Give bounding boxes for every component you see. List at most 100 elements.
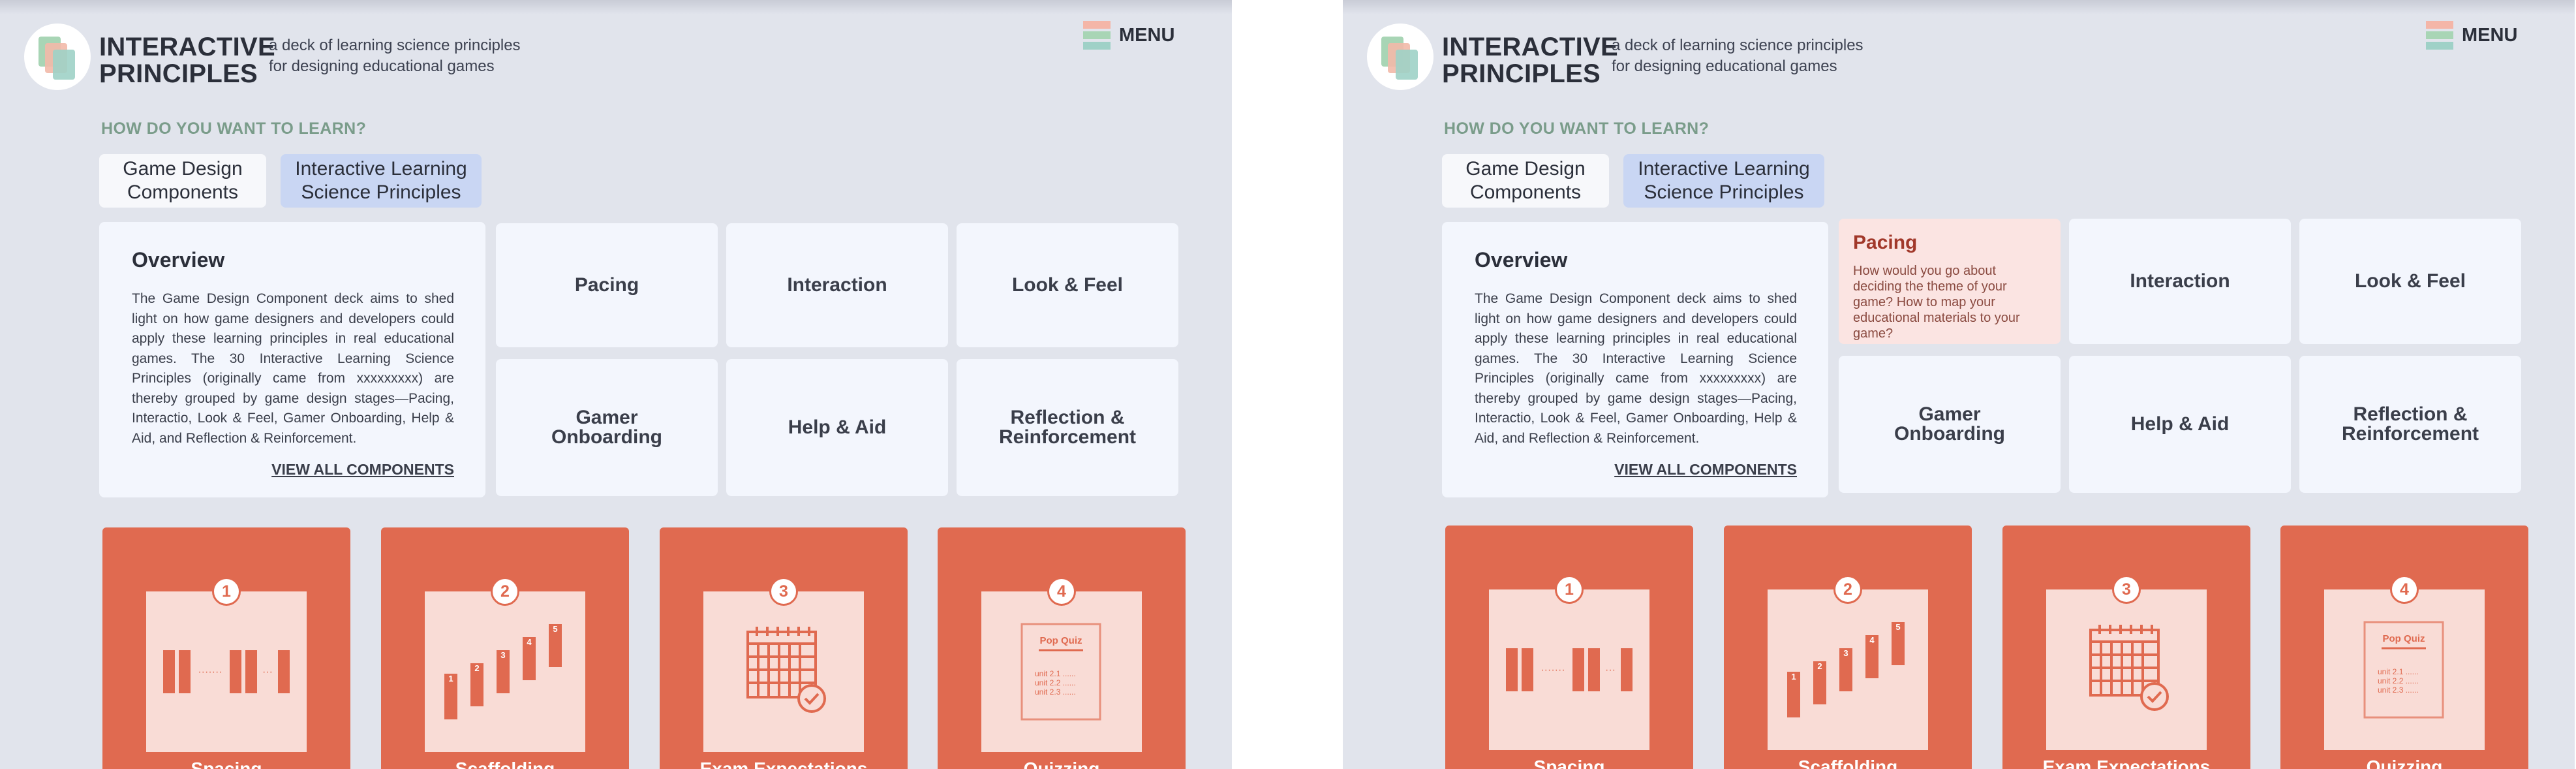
- card-label: Scaffolding: [1798, 757, 1898, 769]
- learn-prompt: HOW DO YOU WANT TO LEARN?: [1444, 119, 1710, 138]
- card-label: Spacing: [1533, 757, 1605, 769]
- card-label: Quizzing: [2366, 757, 2443, 769]
- category-gamer-onboarding[interactable]: Gamer Onboarding: [1839, 356, 2061, 493]
- strategy-card-exam-expectations[interactable]: 3 Exam Expectations: [2002, 526, 2250, 769]
- category-look-and-feel[interactable]: Look & Feel: [2299, 219, 2521, 344]
- tab-interactive-learning-principles[interactable]: Interactive Learning Science Principles: [1623, 154, 1824, 208]
- learn-prompt: HOW DO YOU WANT TO LEARN?: [101, 119, 367, 138]
- spacing-illustration: ······· ···: [146, 591, 307, 752]
- view-all-components-link[interactable]: VIEW ALL COMPONENTS: [271, 461, 454, 479]
- quiz-illustration: Pop Quiz unit 2.1 ...... unit 2.2 ......…: [981, 591, 1142, 752]
- overview-card: Overview The Game Design Component deck …: [1442, 222, 1828, 497]
- overview-title: Overview: [1475, 248, 1568, 272]
- spacing-block: [230, 650, 241, 693]
- logo[interactable]: [24, 24, 91, 90]
- pacing-hover-description: How would you go about deciding the them…: [1853, 264, 2020, 341]
- logo[interactable]: [1367, 24, 1434, 90]
- step-number: 1: [448, 674, 453, 683]
- category-look-and-feel[interactable]: Look & Feel: [957, 223, 1178, 347]
- quiz-line: unit 2.1 ......: [1035, 669, 1076, 678]
- brand-title: INTERACTIVE PRINCIPLES: [99, 33, 275, 88]
- card-number-badge: 4: [1047, 577, 1076, 606]
- card-number-badge: 1: [1555, 575, 1584, 604]
- card-label: Quizzing: [1023, 759, 1100, 769]
- tagline: a deck of learning science principles for…: [269, 37, 521, 75]
- spacing-block: [245, 650, 257, 693]
- calendar-illustration: [703, 591, 864, 752]
- spacing-block: [179, 650, 191, 693]
- card-label: Scaffolding: [455, 759, 555, 769]
- quiz-title: Pop Quiz: [2383, 633, 2425, 644]
- quiz-line: unit 2.2 ......: [2378, 676, 2419, 685]
- strategy-card-scaffolding[interactable]: 1 2 3 4 5 2 Scaffolding: [381, 527, 629, 769]
- category-help-and-aid[interactable]: Help & Aid: [2069, 356, 2291, 493]
- overview-card: Overview The Game Design Component deck …: [99, 222, 485, 497]
- strategy-card-exam-expectations[interactable]: 3 Exam Expectations: [660, 527, 908, 769]
- category-help-and-aid[interactable]: Help & Aid: [726, 359, 948, 496]
- strategy-card-quizzing[interactable]: Pop Quiz unit 2.1 ...... unit 2.2 ......…: [2280, 526, 2528, 769]
- card-number-badge: 1: [212, 577, 241, 606]
- strategy-card-quizzing[interactable]: Pop Quiz unit 2.1 ...... unit 2.2 ......…: [938, 527, 1186, 769]
- card-number-badge: 3: [2112, 575, 2141, 604]
- quiz-line: unit 2.1 ......: [2378, 667, 2419, 676]
- category-reflection-reinforcement[interactable]: Reflection & Reinforcement: [2299, 356, 2521, 493]
- menu-button[interactable]: MENU: [1083, 21, 1174, 50]
- category-gamer-onboarding[interactable]: Gamer Onboarding: [496, 359, 718, 496]
- step-number: 5: [553, 624, 557, 634]
- overview-text: The Game Design Component deck aims to s…: [132, 291, 454, 446]
- card-number-badge: 2: [491, 577, 519, 606]
- spacing-block: [278, 650, 290, 693]
- category-pacing-hovered[interactable]: Pacing How would you go about deciding t…: [1839, 219, 2061, 344]
- tab-game-design-components[interactable]: Game Design Components: [99, 154, 266, 208]
- category-interaction[interactable]: Interaction: [2069, 219, 2291, 344]
- menu-button[interactable]: MENU: [2426, 21, 2517, 50]
- category-pacing[interactable]: Pacing: [496, 223, 718, 347]
- scaffolding-illustration: 1 2 3 4 5: [1768, 589, 1928, 750]
- card-number-badge: 3: [769, 577, 798, 606]
- step-number: 1: [1791, 672, 1796, 682]
- tab-game-design-components[interactable]: Game Design Components: [1442, 154, 1609, 208]
- quiz-line: unit 2.3 ......: [2378, 685, 2419, 695]
- tab-interactive-learning-principles[interactable]: Interactive Learning Science Principles: [281, 154, 482, 208]
- menu-icon: [1083, 21, 1111, 50]
- overview-text: The Game Design Component deck aims to s…: [1475, 291, 1797, 446]
- brand-title: INTERACTIVE PRINCIPLES: [1442, 33, 1618, 88]
- calendar-illustration: [2046, 589, 2207, 750]
- quiz-illustration: Pop Quiz unit 2.1 ...... unit 2.2 ......…: [2324, 589, 2485, 750]
- step-number: 2: [474, 663, 479, 673]
- spacing-dots: ·······: [198, 667, 222, 678]
- step-number: 4: [1869, 635, 1875, 645]
- spacing-block: [163, 650, 175, 693]
- overview-title: Overview: [132, 248, 225, 272]
- card-number-badge: 4: [2390, 575, 2419, 604]
- spacing-illustration: ······· ···: [1489, 589, 1649, 750]
- menu-label: MENU: [1119, 25, 1175, 46]
- category-interaction[interactable]: Interaction: [726, 223, 948, 347]
- card-label: Exam Expectations: [699, 759, 868, 769]
- category-reflection-reinforcement[interactable]: Reflection & Reinforcement: [957, 359, 1178, 496]
- menu-label: MENU: [2462, 25, 2518, 46]
- scaffolding-illustration: 1 2 3 4 5: [425, 591, 585, 752]
- strategy-card-spacing[interactable]: ······· ··· 1 Spacing: [102, 527, 350, 769]
- screen-default: INTERACTIVE PRINCIPLES a deck of learning…: [0, 0, 1232, 769]
- quiz-line: unit 2.3 ......: [1035, 687, 1076, 697]
- card-number-badge: 2: [1833, 575, 1862, 604]
- pacing-hover-title: Pacing: [1853, 232, 1918, 253]
- view-all-components-link[interactable]: VIEW ALL COMPONENTS: [1614, 461, 1797, 479]
- step-number: 3: [500, 650, 505, 660]
- strategy-card-spacing[interactable]: ······· ··· 1 Spacing: [1445, 526, 1693, 769]
- menu-icon: [2426, 21, 2453, 50]
- step-number: 5: [1895, 622, 1900, 632]
- step-number: 2: [1817, 661, 1822, 671]
- quiz-title: Pop Quiz: [1040, 635, 1082, 646]
- spacing-dots: ···: [262, 667, 273, 678]
- tagline: a deck of learning science principles for…: [1612, 37, 1863, 75]
- quiz-line: unit 2.2 ......: [1035, 678, 1076, 687]
- logo-card-teal: [1396, 50, 1418, 80]
- step-number: 4: [527, 637, 532, 647]
- strategy-card-scaffolding[interactable]: 1 2 3 4 5 2 Scaffolding: [1724, 526, 1972, 769]
- logo-card-teal: [53, 50, 75, 80]
- spacing-dots: ·······: [1541, 665, 1565, 676]
- screen-pacing-hover: INTERACTIVE PRINCIPLES a deck of learning…: [1343, 0, 2575, 769]
- spacing-dots: ···: [1605, 665, 1616, 676]
